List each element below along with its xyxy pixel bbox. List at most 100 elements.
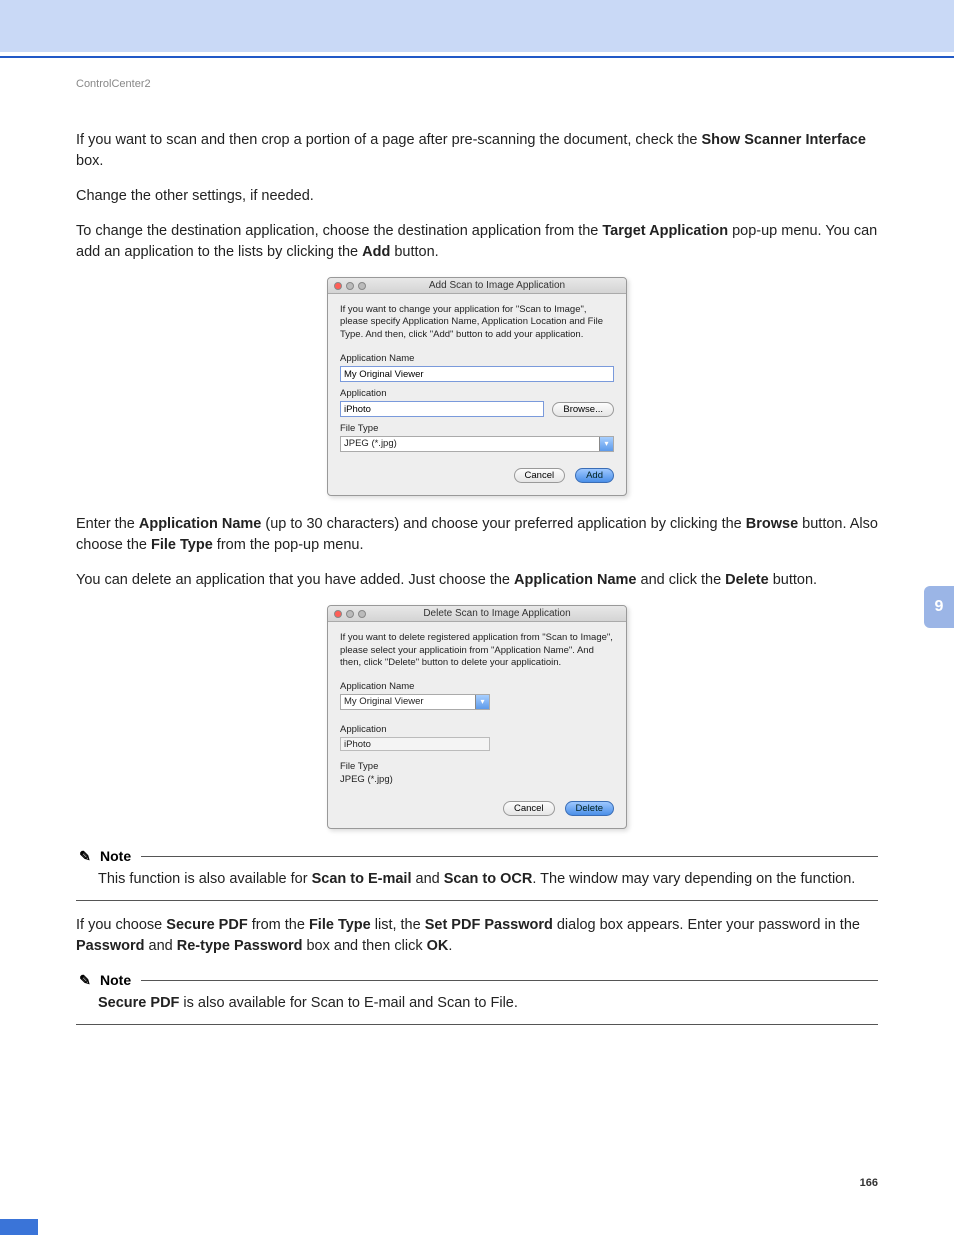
text: (up to 30 characters) and choose your pr… <box>261 516 745 532</box>
traffic-lights <box>334 610 366 618</box>
text: box and then click <box>302 938 426 954</box>
dialog-title: Add Scan to Image Application <box>374 280 620 291</box>
label-application: Application <box>340 388 614 399</box>
note-body: Secure PDF is also available for Scan to… <box>98 993 878 1014</box>
text: dialog box appears. Enter your password … <box>553 917 860 933</box>
dialog-title: Delete Scan to Image Application <box>374 608 620 619</box>
dialog-delete: Delete Scan to Image Application If you … <box>327 605 627 829</box>
minimize-icon[interactable] <box>346 282 354 290</box>
application-name-select[interactable]: My Original Viewer ▾ <box>340 694 490 710</box>
label-file-type: File Type <box>340 423 614 434</box>
text-bold: Re-type Password <box>177 938 303 954</box>
delete-button[interactable]: Delete <box>565 801 614 816</box>
footer-corner <box>0 1219 38 1235</box>
text: and click the <box>637 572 726 588</box>
cancel-button[interactable]: Cancel <box>503 801 555 816</box>
header-band <box>0 0 954 56</box>
note-rule <box>141 980 878 981</box>
chapter-tab: 9 <box>924 586 954 628</box>
text-bold: Set PDF Password <box>425 917 553 933</box>
paragraph-secure-pdf: If you choose Secure PDF from the File T… <box>76 915 878 957</box>
text-bold: Browse <box>746 516 798 532</box>
dialog-add-wrapper: Add Scan to Image Application If you wan… <box>76 277 878 496</box>
note-body: This function is also available for Scan… <box>98 869 878 890</box>
file-type-readonly: JPEG (*.jpg) <box>340 774 614 785</box>
text: box. <box>76 153 103 169</box>
text: and <box>145 938 177 954</box>
text-bold: Add <box>362 244 390 260</box>
label-application-name: Application Name <box>340 681 614 692</box>
text: . The window may vary depending on the f… <box>532 871 855 887</box>
paragraph-enter-appname: Enter the Application Name (up to 30 cha… <box>76 514 878 556</box>
paragraph-delete-app: You can delete an application that you h… <box>76 570 878 591</box>
text-bold: Application Name <box>139 516 261 532</box>
text-bold: Show Scanner Interface <box>702 132 866 148</box>
file-type-value: JPEG (*.jpg) <box>344 438 397 449</box>
label-application: Application <box>340 724 614 735</box>
dialog-add: Add Scan to Image Application If you wan… <box>327 277 627 496</box>
file-type-select[interactable]: JPEG (*.jpg) ▾ <box>340 436 614 452</box>
note-block: ✎ Note Secure PDF is also available for … <box>76 971 878 1025</box>
titlebar: Delete Scan to Image Application <box>328 606 626 622</box>
note-icon: ✎ <box>76 971 94 989</box>
application-path-input[interactable] <box>340 401 544 417</box>
text: list, the <box>371 917 425 933</box>
text: If you choose <box>76 917 166 933</box>
note-icon: ✎ <box>76 847 94 865</box>
add-button[interactable]: Add <box>575 468 614 483</box>
text-bold: Target Application <box>602 223 728 239</box>
text-bold: OK <box>427 938 449 954</box>
text-bold: File Type <box>309 917 371 933</box>
paragraph-change-settings: Change the other settings, if needed. <box>76 186 878 207</box>
cancel-button[interactable]: Cancel <box>514 468 566 483</box>
paragraph-target-app: To change the destination application, c… <box>76 221 878 263</box>
text: from the <box>248 917 309 933</box>
text-bold: File Type <box>151 537 213 553</box>
text: You can delete an application that you h… <box>76 572 514 588</box>
application-readonly: iPhoto <box>340 737 490 751</box>
label-file-type: File Type <box>340 761 614 772</box>
text: button. <box>390 244 438 260</box>
page-number: 166 <box>860 1177 878 1189</box>
dialog-intro: If you want to change your application f… <box>340 304 614 341</box>
text-bold: Secure PDF <box>166 917 247 933</box>
label-application-name: Application Name <box>340 353 614 364</box>
breadcrumb: ControlCenter2 <box>76 78 878 90</box>
note-block: ✎ Note This function is also available f… <box>76 847 878 901</box>
browse-button[interactable]: Browse... <box>552 402 614 417</box>
text-bold: Application Name <box>514 572 636 588</box>
close-icon[interactable] <box>334 282 342 290</box>
text-bold: Delete <box>725 572 769 588</box>
dialog-delete-wrapper: Delete Scan to Image Application If you … <box>76 605 878 829</box>
text: Enter the <box>76 516 139 532</box>
paragraph-scanner-interface: If you want to scan and then crop a port… <box>76 130 878 172</box>
header-rule <box>0 56 954 58</box>
dialog-body: If you want to change your application f… <box>328 294 626 495</box>
application-name-value: My Original Viewer <box>344 696 424 707</box>
chevron-updown-icon: ▾ <box>599 437 613 451</box>
zoom-icon[interactable] <box>358 610 366 618</box>
text: To change the destination application, c… <box>76 223 602 239</box>
text-bold: Scan to E-mail <box>312 871 412 887</box>
text: from the pop-up menu. <box>213 537 364 553</box>
minimize-icon[interactable] <box>346 610 354 618</box>
traffic-lights <box>334 282 366 290</box>
page-body: ControlCenter2 If you want to scan and t… <box>0 78 954 1025</box>
text: This function is also available for <box>98 871 312 887</box>
application-name-input[interactable] <box>340 366 614 382</box>
note-close-rule <box>76 900 878 901</box>
dialog-body: If you want to delete registered applica… <box>328 622 626 828</box>
note-label: Note <box>100 848 131 864</box>
note-rule <box>141 856 878 857</box>
text-bold: Scan to OCR <box>444 871 533 887</box>
text: If you want to scan and then crop a port… <box>76 132 702 148</box>
text-bold: Secure PDF <box>98 995 179 1011</box>
note-close-rule <box>76 1024 878 1025</box>
text: is also available for Scan to E-mail and… <box>179 995 518 1011</box>
text-bold: Password <box>76 938 145 954</box>
text: . <box>448 938 452 954</box>
text: and <box>412 871 444 887</box>
chevron-updown-icon: ▾ <box>475 695 489 709</box>
zoom-icon[interactable] <box>358 282 366 290</box>
close-icon[interactable] <box>334 610 342 618</box>
